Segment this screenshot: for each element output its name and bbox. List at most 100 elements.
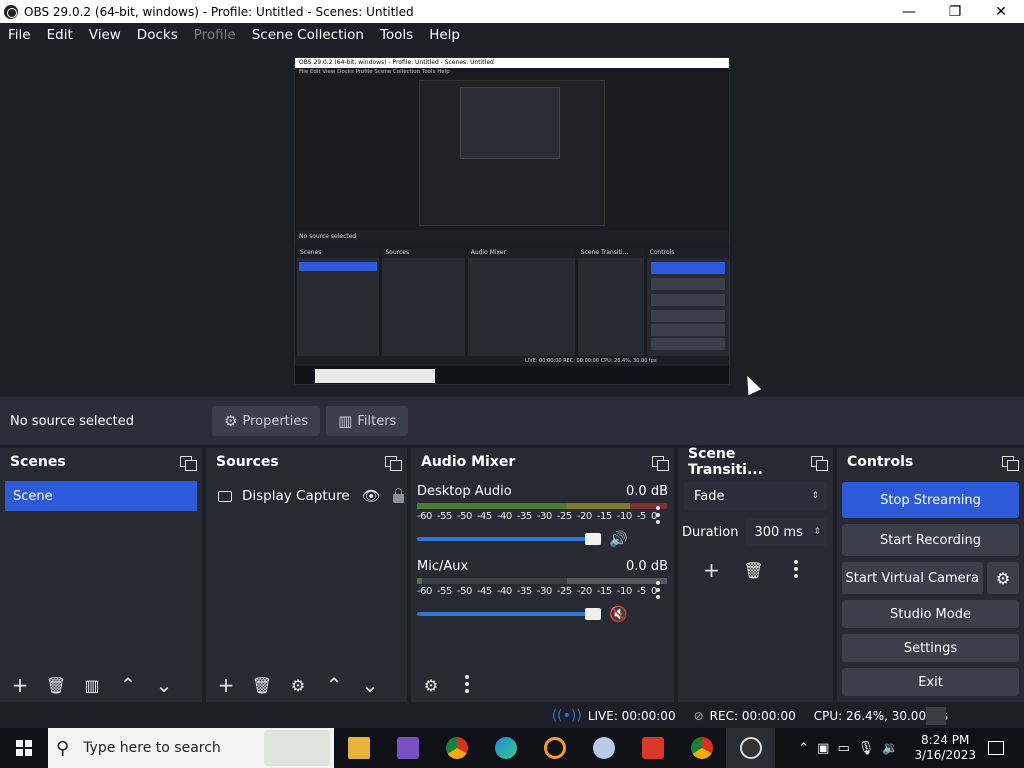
filters-label: Filters xyxy=(357,413,397,429)
channel-menu-button[interactable] xyxy=(656,506,660,527)
minimize-button[interactable]: — xyxy=(886,0,932,23)
move-source-down-button[interactable]: ⌄ xyxy=(354,671,386,699)
move-source-up-button[interactable]: ⌃ xyxy=(318,671,350,699)
slider-thumb[interactable] xyxy=(585,608,601,620)
menu-edit[interactable]: Edit xyxy=(39,27,81,43)
mini-status-bar: LIVE: 00:00:00 REC: 00:00:00 CPU: 26.4%,… xyxy=(295,356,729,366)
mini-inner-preview xyxy=(460,87,560,159)
filter-icon: ▥ xyxy=(338,412,353,430)
mini-control-button xyxy=(651,338,726,350)
edge-icon[interactable] xyxy=(481,728,530,768)
menu-view[interactable]: View xyxy=(81,27,129,43)
stop-streaming-button[interactable]: Stop Streaming xyxy=(842,482,1019,518)
controls-title: Controls xyxy=(847,454,914,470)
exit-button[interactable]: Exit xyxy=(842,668,1019,696)
add-source-button[interactable]: + xyxy=(210,671,242,699)
clock-time: 8:24 PM xyxy=(921,733,970,747)
slider-thumb[interactable] xyxy=(585,533,601,545)
volume-meter xyxy=(417,578,667,584)
mixer-menu-button[interactable] xyxy=(451,671,483,699)
lock-icon[interactable] xyxy=(392,487,404,503)
microphone-icon[interactable]: 🎙 xyxy=(858,741,875,756)
filters-button[interactable]: ▥ Filters xyxy=(326,406,409,436)
volume-icon[interactable]: 🔉 xyxy=(882,741,898,756)
menu-file[interactable]: File xyxy=(0,27,39,43)
spin-arrows-icon[interactable]: ⇕ xyxy=(813,527,821,537)
menu-profile[interactable]: Profile xyxy=(186,27,244,43)
system-tray: ⌃ ▣ ▭ 🎙 🔉 8:24 PM 3/16/2023 xyxy=(794,733,1024,763)
notification-icon[interactable] xyxy=(988,741,1004,755)
undock-icon[interactable] xyxy=(1002,455,1019,471)
remove-transition-button[interactable]: 🗑 xyxy=(738,556,770,584)
mini-source-toolbar: No source selected xyxy=(295,230,729,244)
menu-docks[interactable]: Docks xyxy=(129,27,186,43)
file-explorer-icon[interactable] xyxy=(334,728,383,768)
source-item[interactable]: Display Capture 👁 xyxy=(206,481,407,511)
chrome-icon[interactable] xyxy=(432,728,481,768)
undock-icon[interactable] xyxy=(385,455,402,471)
move-scene-up-button[interactable]: ⌃ xyxy=(112,671,144,699)
advanced-audio-button[interactable]: ⚙ xyxy=(415,671,447,699)
move-scene-down-button[interactable]: ⌄ xyxy=(148,671,180,699)
undock-icon[interactable] xyxy=(180,455,197,471)
close-button[interactable]: ✕ xyxy=(978,0,1024,23)
mini-panel-title: Scene Transiti... xyxy=(577,248,644,258)
volume-slider[interactable] xyxy=(417,533,601,545)
add-scene-button[interactable]: + xyxy=(4,671,36,699)
properties-button[interactable]: ⚙ Properties xyxy=(212,406,321,436)
network-icon[interactable]: ▣ xyxy=(817,741,829,756)
settings-button[interactable]: Settings xyxy=(842,634,1019,662)
virtual-camera-settings-gear-icon[interactable]: ⚙ xyxy=(987,562,1019,594)
properties-label: Properties xyxy=(242,413,309,429)
menu-tools[interactable]: Tools xyxy=(372,27,421,43)
chevron-up-icon[interactable]: ⌃ xyxy=(798,741,809,756)
remove-scene-button[interactable]: 🗑 xyxy=(40,671,72,699)
transition-select[interactable]: Fade ⇕ xyxy=(684,482,827,510)
controls-header: Controls xyxy=(837,448,1024,476)
volume-meter xyxy=(417,503,667,509)
meter-ticks: -60 -55 -50 -45 -40 -35 -30 -25 -20 -15 -10 -5 0 xyxy=(417,586,657,597)
studio-mode-button[interactable]: Studio Mode xyxy=(842,600,1019,628)
scene-item[interactable]: Scene xyxy=(5,481,197,511)
search-app-icon[interactable] xyxy=(530,728,579,768)
chrome-icon[interactable] xyxy=(677,728,726,768)
visual-studio-icon[interactable] xyxy=(383,728,432,768)
sources-title: Sources xyxy=(216,454,279,470)
source-status-label: No source selected xyxy=(10,413,134,429)
undock-icon[interactable] xyxy=(811,455,828,471)
duration-spinbox[interactable]: 300 ms ⇕ xyxy=(746,518,827,546)
menu-scene-collection[interactable]: Scene Collection xyxy=(244,27,372,43)
start-button[interactable] xyxy=(0,728,48,768)
taskbar-clock[interactable]: 8:24 PM 3/16/2023 xyxy=(914,733,976,763)
maximize-button[interactable]: ❐ xyxy=(932,0,978,23)
start-virtual-camera-button[interactable]: Start Virtual Camera xyxy=(842,562,983,594)
mini-mixer-panel: Audio Mixer xyxy=(467,248,575,358)
obs-taskbar-icon[interactable] xyxy=(726,728,775,768)
preview-screen[interactable]: OBS 29.0.2 (64-bit, windows) - Profile: … xyxy=(294,57,730,385)
paint-app-icon[interactable] xyxy=(579,728,628,768)
obs-logo-icon xyxy=(4,4,18,19)
speaker-muted-icon[interactable]: 🔇 xyxy=(609,605,628,623)
monitor-tray-icon[interactable]: ▭ xyxy=(837,741,849,756)
mini-control-button xyxy=(651,262,726,274)
channel-menu-button[interactable] xyxy=(656,581,660,602)
preview-area[interactable]: OBS 29.0.2 (64-bit, windows) - Profile: … xyxy=(0,47,1024,397)
undock-icon[interactable] xyxy=(652,455,669,471)
volume-slider[interactable] xyxy=(417,608,601,620)
source-properties-button[interactable]: ⚙ xyxy=(282,671,314,699)
transition-menu-button[interactable] xyxy=(780,556,812,584)
taskbar-search-box[interactable]: ⚲ Type here to search xyxy=(48,728,334,768)
start-recording-button[interactable]: Start Recording xyxy=(842,524,1019,556)
mixer-title: Audio Mixer xyxy=(421,454,516,470)
visibility-eye-icon[interactable]: 👁 xyxy=(362,487,381,505)
live-status: ((•)) LIVE: 00:00:00 xyxy=(552,708,676,724)
stream-health-indicator xyxy=(926,707,946,725)
remove-source-button[interactable]: 🗑 xyxy=(246,671,278,699)
scene-filters-button[interactable]: ▥ xyxy=(76,671,108,699)
duration-label: Duration xyxy=(682,524,739,540)
red-app-icon[interactable] xyxy=(628,728,677,768)
speaker-icon[interactable]: 🔊 xyxy=(609,530,628,548)
mouse-cursor-icon xyxy=(740,372,762,396)
add-transition-button[interactable]: + xyxy=(696,556,728,584)
menu-help[interactable]: Help xyxy=(421,27,468,43)
